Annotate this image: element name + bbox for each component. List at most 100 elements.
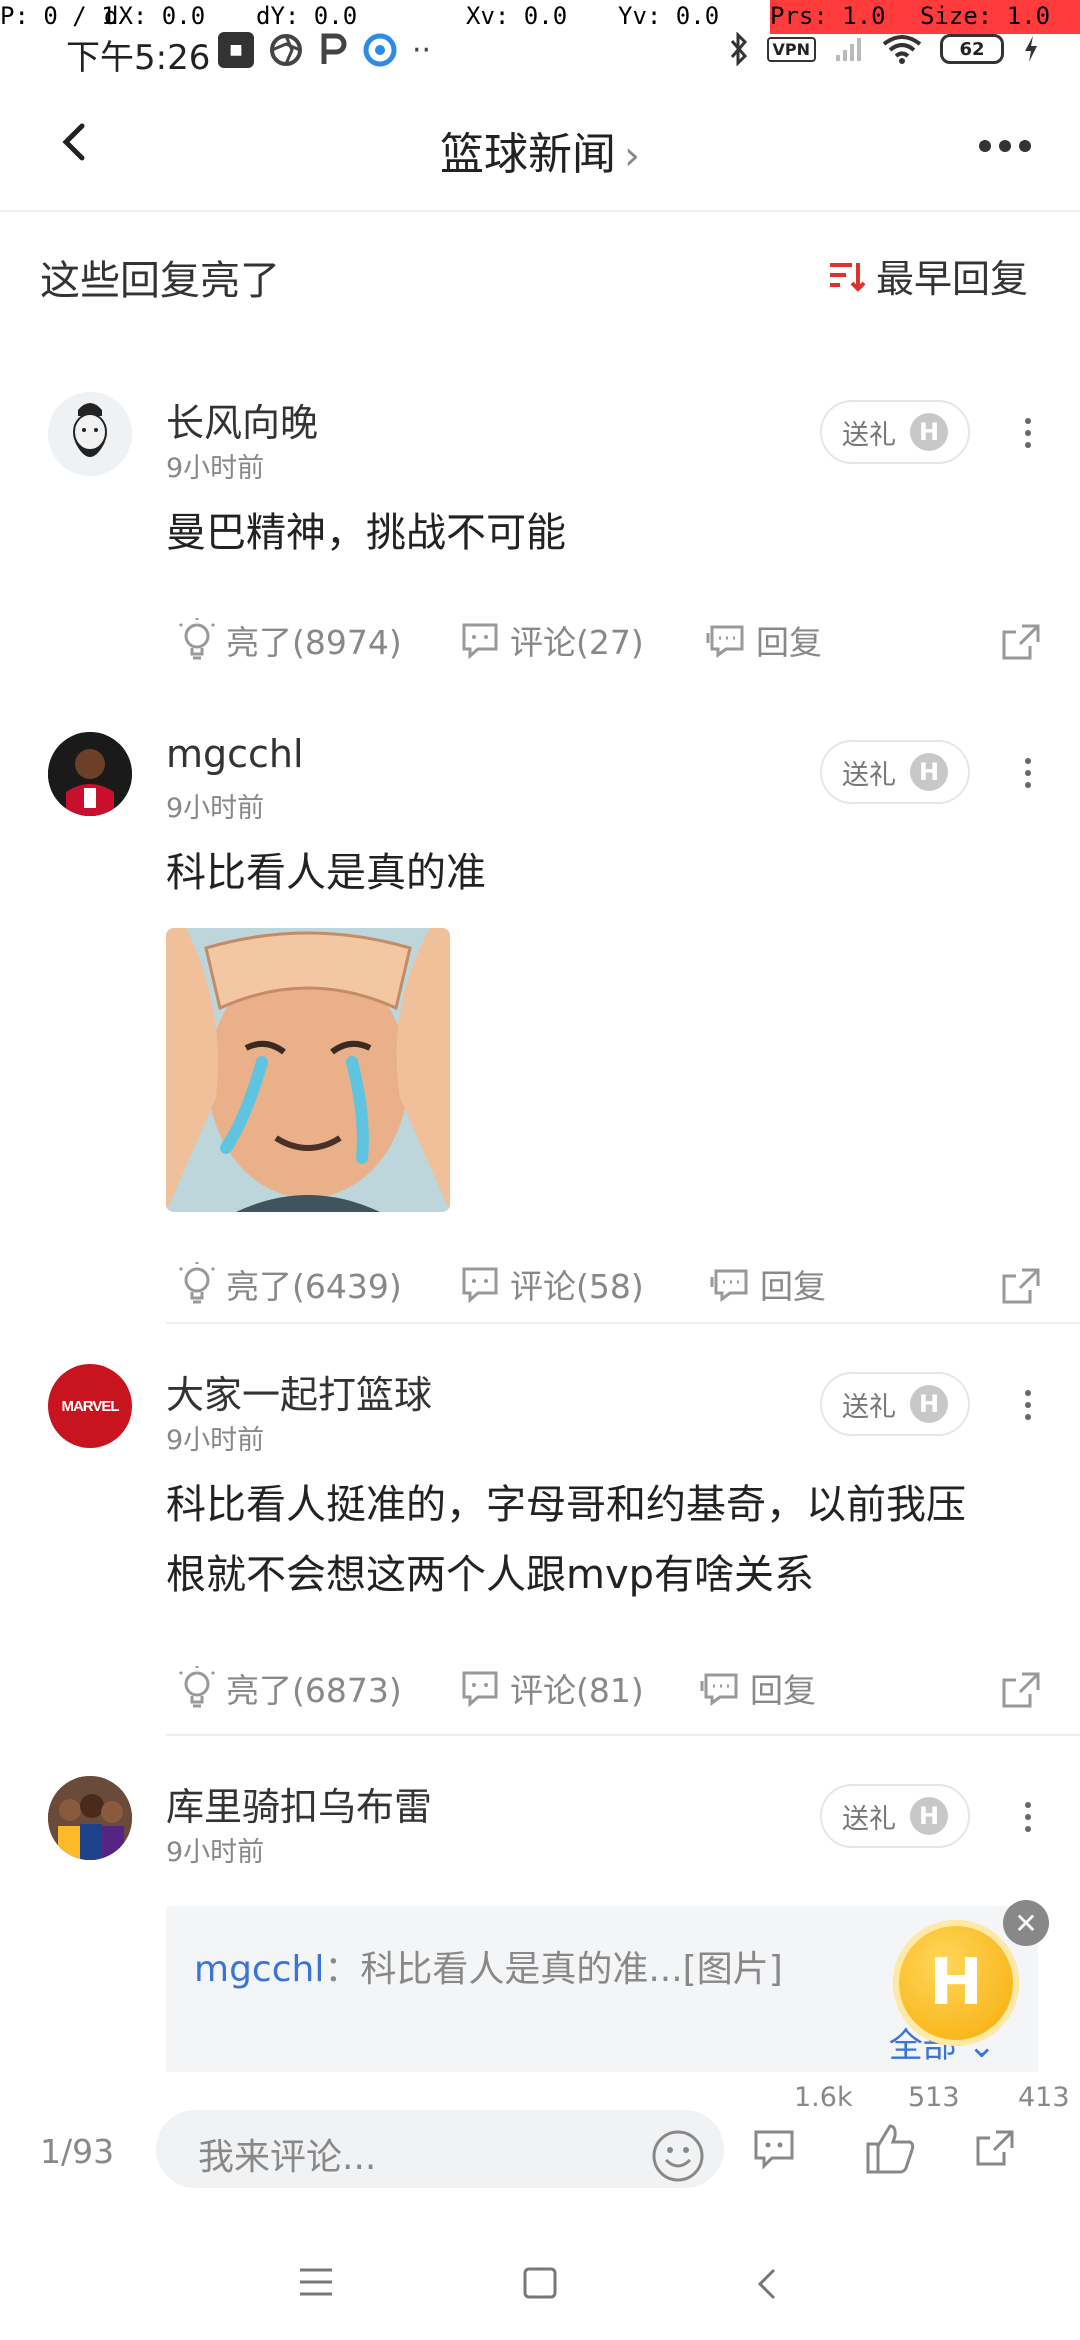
gift-button[interactable]: 送礼 H [820, 740, 970, 804]
h-coin-icon: H [910, 1385, 948, 1423]
avatar[interactable] [48, 392, 132, 476]
gift-button[interactable]: 送礼 H [820, 1372, 970, 1436]
gift-label: 送礼 [842, 419, 896, 451]
like-icon[interactable] [862, 2120, 918, 2176]
comment-item: 长风向晚 9小时前 送礼 H 曼巴精神，挑战不可能 亮了(8974) 评论(27… [0, 380, 1080, 720]
marvel-logo-text: MARVEL [61, 1397, 119, 1415]
close-icon[interactable]: ✕ [1003, 1900, 1049, 1946]
system-navigation-bar [0, 2212, 1080, 2340]
username[interactable]: 长风向晚 [166, 392, 318, 447]
comment-time: 9小时前 [166, 793, 265, 824]
gift-button[interactable]: 送礼 H [820, 1784, 970, 1848]
light-count: 亮了(6873) [226, 1671, 402, 1710]
comment-count: 评论(27) [510, 623, 644, 662]
reply-icon [710, 1269, 748, 1302]
comment-time: 9小时前 [166, 453, 265, 484]
comment-actions: 亮了(6873) 评论(81) 回复 [170, 1664, 1050, 1724]
quoted-content: ：科比看人是真的准...[图片] [324, 1949, 783, 1990]
floating-h-coin-button[interactable]: H [893, 1920, 1019, 2046]
comments-icon[interactable] [752, 2128, 796, 2170]
reply-icon [700, 1673, 738, 1706]
status-bar: 下午5:26 ■ ·· VPN 62 [0, 28, 1080, 78]
reply-button[interactable]: 回复 [698, 1664, 816, 1712]
notification-icons: ■ ·· [218, 32, 431, 68]
debug-pressure: Prs: 1.0 [770, 0, 920, 34]
h-coin-icon: H [910, 1797, 948, 1835]
reply-label: 回复 [760, 1267, 826, 1306]
comment-time: 9小时前 [166, 1837, 265, 1868]
chevron-right-icon: › [624, 133, 640, 179]
comment-bubble-icon [462, 623, 498, 659]
debug-dy: dY: 0.0 [256, 2, 358, 30]
menu-icon[interactable] [298, 2266, 334, 2298]
bluetooth-icon [730, 32, 747, 66]
comment-button[interactable]: 评论(27) [460, 616, 644, 664]
lightbulb-icon [178, 1666, 216, 1708]
gift-label: 送礼 [842, 759, 896, 791]
h-coin-icon: H [910, 753, 948, 791]
sort-label: 最早回复 [875, 257, 1028, 301]
username[interactable]: 库里骑扣乌布雷 [166, 1776, 432, 1831]
reply-button[interactable]: 回复 [704, 616, 822, 664]
share-icon[interactable] [1000, 1266, 1042, 1306]
comment-text-line: 科比看人挺准的，字母哥和约基奇，以前我压 [166, 1482, 966, 1528]
comment-input[interactable]: 我来评论... [156, 2110, 724, 2188]
battery-icon: 62 [940, 34, 1004, 64]
avatar[interactable] [48, 1776, 132, 1860]
light-button[interactable]: 亮了(8974) [178, 616, 402, 664]
section-title: 这些回复亮了 [40, 258, 280, 304]
status-time: 下午5:26 [66, 38, 211, 78]
page-indicator: 1/93 [40, 2132, 115, 2171]
back-nav-icon[interactable] [752, 2266, 782, 2302]
share-count: 413 [1018, 2082, 1070, 2113]
gift-label: 送礼 [842, 1803, 896, 1835]
comment-item: MARVEL 大家一起打篮球 9小时前 送礼 H 科比看人挺准的，字母哥和约基奇… [0, 1352, 1080, 1736]
debug-xv: Xv: 0.0 [466, 2, 568, 30]
lightbulb-icon [178, 618, 216, 660]
share-icon[interactable] [1000, 622, 1042, 662]
comments-count: 1.6k [794, 2082, 853, 2113]
charging-icon [1025, 36, 1037, 62]
lightbulb-icon [178, 1262, 216, 1304]
comment-menu-icon[interactable] [1018, 1802, 1038, 1842]
page-title-text: 篮球新闻 [440, 129, 616, 180]
comment-button[interactable]: 评论(81) [460, 1664, 644, 1712]
page-title[interactable]: 篮球新闻 › [0, 118, 1080, 182]
light-button[interactable]: 亮了(6439) [178, 1260, 402, 1308]
light-button[interactable]: 亮了(6873) [178, 1664, 402, 1712]
comment-menu-icon[interactable] [1018, 758, 1038, 798]
debug-yv: Yv: 0.0 [618, 2, 720, 30]
wifi-icon [882, 35, 922, 64]
browser-icon [363, 33, 397, 67]
p-app-icon [321, 33, 347, 64]
username[interactable]: 大家一起打篮球 [166, 1364, 432, 1419]
battery-level: 62 [959, 38, 985, 60]
signal-icon [836, 38, 861, 61]
quoted-username[interactable]: mgcchl [194, 1949, 324, 1990]
share-icon[interactable] [1000, 1670, 1042, 1710]
comment-text: 科比看人是真的准 [166, 850, 486, 896]
comment-bubble-icon [462, 1267, 498, 1303]
comment-actions: 亮了(8974) 评论(27) 回复 [170, 616, 1050, 676]
comment-image[interactable] [166, 928, 450, 1212]
username[interactable]: mgcchl [166, 732, 304, 776]
avatar[interactable] [48, 732, 132, 816]
floating-h-letter: H [929, 1946, 983, 2020]
comment-button[interactable]: 评论(58) [460, 1260, 644, 1308]
comment-menu-icon[interactable] [1018, 418, 1038, 458]
debug-size: Size: 1.0 [920, 0, 1080, 34]
light-count: 亮了(6439) [226, 1267, 402, 1306]
gift-button[interactable]: 送礼 H [820, 400, 970, 464]
more-notifications-icon: ·· [412, 32, 432, 68]
sort-button[interactable]: 最早回复 [828, 248, 1028, 303]
comment-text: 曼巴精神，挑战不可能 [166, 510, 566, 556]
reply-button[interactable]: 回复 [708, 1260, 826, 1308]
home-icon[interactable] [522, 2266, 558, 2300]
debug-overlay: P: 0 / 1 dX: 0.0 dY: 0.0 Xv: 0.0 Yv: 0.0… [0, 0, 1080, 34]
share-icon[interactable] [974, 2128, 1016, 2168]
emoji-icon[interactable] [650, 2128, 706, 2184]
avatar[interactable]: MARVEL [48, 1364, 132, 1448]
more-options-button[interactable] [970, 126, 1040, 166]
comment-item: mgcchl 9小时前 送礼 H 科比看人是真的准 亮了(6439) 评论(58… [0, 720, 1080, 1340]
comment-menu-icon[interactable] [1018, 1390, 1038, 1430]
